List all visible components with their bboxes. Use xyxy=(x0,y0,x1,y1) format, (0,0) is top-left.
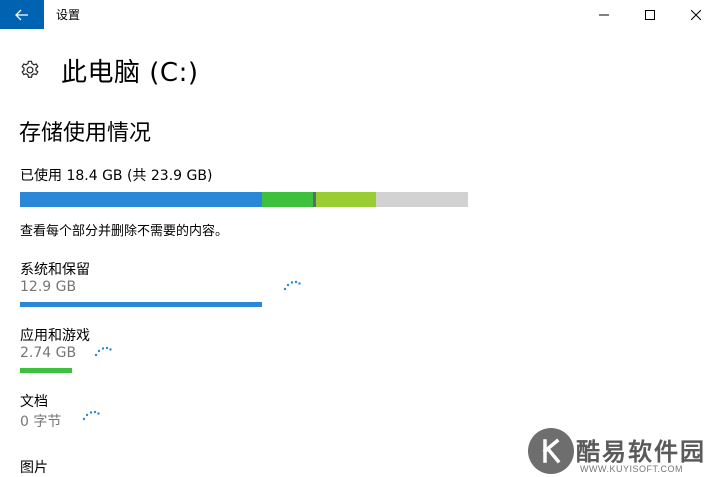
category-apps-games[interactable]: 应用和游戏 2.74 GB xyxy=(20,325,90,373)
category-documents[interactable]: 文档 0 字节 xyxy=(20,391,61,431)
watermark-title: 酷易软件园 xyxy=(576,438,706,466)
category-name: 图片 xyxy=(20,460,48,476)
loading-spinner-icon xyxy=(82,408,102,422)
close-icon xyxy=(691,9,701,20)
watermark: 酷易软件园 WWW.KUYISOFT.COM xyxy=(528,428,713,477)
storage-hint-text: 查看每个部分并删除不需要的内容。 xyxy=(20,224,229,239)
storage-usage-heading: 存储使用情况 xyxy=(19,121,152,146)
minimize-icon xyxy=(599,14,609,15)
category-name: 系统和保留 xyxy=(20,262,90,278)
category-pictures[interactable]: 图片 xyxy=(20,457,48,477)
watermark-url: WWW.KUYISOFT.COM xyxy=(580,464,683,474)
loading-spinner-icon xyxy=(94,344,114,358)
close-button[interactable] xyxy=(673,0,713,29)
minimize-button[interactable] xyxy=(581,0,627,29)
back-arrow-icon xyxy=(15,9,28,20)
category-size: 12.9 GB xyxy=(20,279,77,295)
storage-used-text: 已使用 18.4 GB (共 23.9 GB) xyxy=(20,168,213,184)
watermark-logo xyxy=(528,428,574,474)
usage-segment-other xyxy=(316,192,376,207)
category-usage-bar xyxy=(20,368,72,373)
gear-icon xyxy=(19,59,41,81)
category-size: 2.74 GB xyxy=(20,345,77,361)
loading-spinner-icon xyxy=(283,278,303,292)
page-title: 此电脑 (C:) xyxy=(61,57,199,88)
category-name: 文档 xyxy=(20,394,48,410)
category-name: 应用和游戏 xyxy=(20,328,90,344)
maximize-button[interactable] xyxy=(627,0,673,29)
category-usage-bar xyxy=(20,302,262,307)
usage-segment-apps xyxy=(262,192,313,207)
title-bar: 设置 xyxy=(0,0,713,29)
page-header: 此电脑 (C:) xyxy=(19,52,198,88)
category-size: 0 字节 xyxy=(20,414,62,430)
maximize-icon xyxy=(645,9,655,20)
usage-segment-system xyxy=(20,192,262,207)
storage-usage-bar xyxy=(20,192,468,207)
back-button[interactable] xyxy=(0,0,44,29)
category-system-reserved[interactable]: 系统和保留 12.9 GB xyxy=(20,259,262,307)
window-title: 设置 xyxy=(56,8,81,22)
